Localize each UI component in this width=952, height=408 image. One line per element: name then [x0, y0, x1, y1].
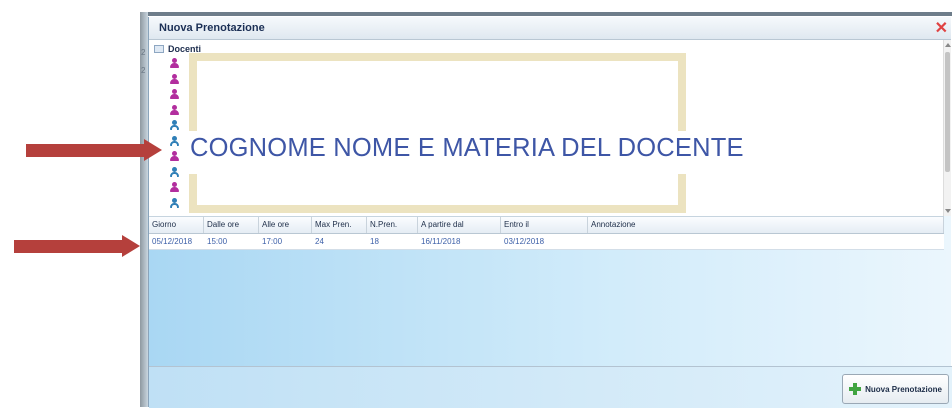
arrow-shaft: [14, 240, 122, 253]
new-booking-button-label: Nuova Prenotazione: [865, 384, 942, 394]
female-teacher-icon[interactable]: [170, 89, 179, 99]
col-header-entro-il[interactable]: Entro il: [501, 217, 588, 233]
cell-annotazione: [588, 234, 944, 249]
dialog-footer: Nuova Prenotazione: [149, 366, 952, 408]
male-teacher-icon[interactable]: [170, 166, 179, 177]
male-teacher-icon[interactable]: [170, 135, 179, 146]
background-window-edge: [140, 12, 952, 16]
cell-alle-ore: 17:00: [262, 237, 283, 246]
cell-n-pren: 18: [370, 237, 379, 246]
female-teacher-icon[interactable]: [170, 151, 179, 161]
scroll-thumb[interactable]: [945, 52, 950, 172]
col-header-dalle-ore[interactable]: Dalle ore: [204, 217, 259, 233]
col-header-a-partire-dal[interactable]: A partire dal: [418, 217, 501, 233]
cell-dalle-ore: 15:00: [207, 237, 228, 246]
teacher-name-placeholder: COGNOME NOME E MATERIA DEL DOCENTE: [190, 134, 744, 162]
female-teacher-icon[interactable]: [170, 58, 179, 68]
cell-a-partire-dal: 16/11/2018: [421, 237, 461, 246]
col-header-annotazione[interactable]: Annotazione: [588, 217, 944, 233]
col-header-n-pren[interactable]: N.Pren.: [367, 217, 418, 233]
new-booking-button[interactable]: Nuova Prenotazione: [842, 374, 949, 404]
col-header-max-pren[interactable]: Max Pren.: [312, 217, 367, 233]
male-teacher-icon[interactable]: [170, 120, 179, 130]
background-edge-mark: 2: [141, 48, 146, 57]
scroll-up-icon[interactable]: [945, 43, 951, 47]
dialog-title: Nuova Prenotazione: [159, 22, 265, 34]
arrow-pointing-booking-row: [14, 235, 140, 259]
background-edge-mark: 2: [141, 66, 146, 75]
scroll-down-icon[interactable]: [945, 209, 951, 213]
col-header-alle-ore[interactable]: Alle ore: [259, 217, 312, 233]
female-teacher-icon[interactable]: [170, 182, 179, 192]
cell-giorno: 05/12/2018: [152, 237, 193, 246]
new-booking-dialog: Nuova Prenotazione ✕ Docenti COGNOME NOM…: [148, 17, 952, 408]
arrow-head-icon: [122, 235, 140, 257]
teachers-tree: Docenti COGNOME NOME E MATERIA DEL DOCEN…: [149, 40, 944, 217]
arrow-shaft: [26, 144, 144, 157]
col-header-giorno[interactable]: Giorno: [149, 217, 204, 233]
tree-scrollbar[interactable]: [943, 40, 951, 216]
folder-icon: [154, 45, 164, 53]
close-icon[interactable]: ✕: [935, 18, 948, 38]
cell-max-pren: 24: [315, 237, 324, 246]
dialog-titlebar: Nuova Prenotazione ✕: [149, 17, 951, 40]
female-teacher-icon[interactable]: [170, 104, 179, 115]
booking-grid-header: Giorno Dalle ore Alle ore Max Pren. N.Pr…: [149, 217, 944, 234]
arrow-head-icon: [144, 139, 162, 161]
table-row[interactable]: 05/12/2018 15:00 17:00 24 18 16/11/2018 …: [149, 234, 944, 250]
male-teacher-icon[interactable]: [170, 197, 179, 208]
cell-entro-il: 03/12/2018: [504, 237, 545, 246]
teacher-name-banner: COGNOME NOME E MATERIA DEL DOCENTE: [187, 131, 851, 174]
female-teacher-icon[interactable]: [170, 73, 179, 84]
plus-icon: [849, 383, 862, 395]
arrow-pointing-teacher-name: [26, 139, 162, 163]
